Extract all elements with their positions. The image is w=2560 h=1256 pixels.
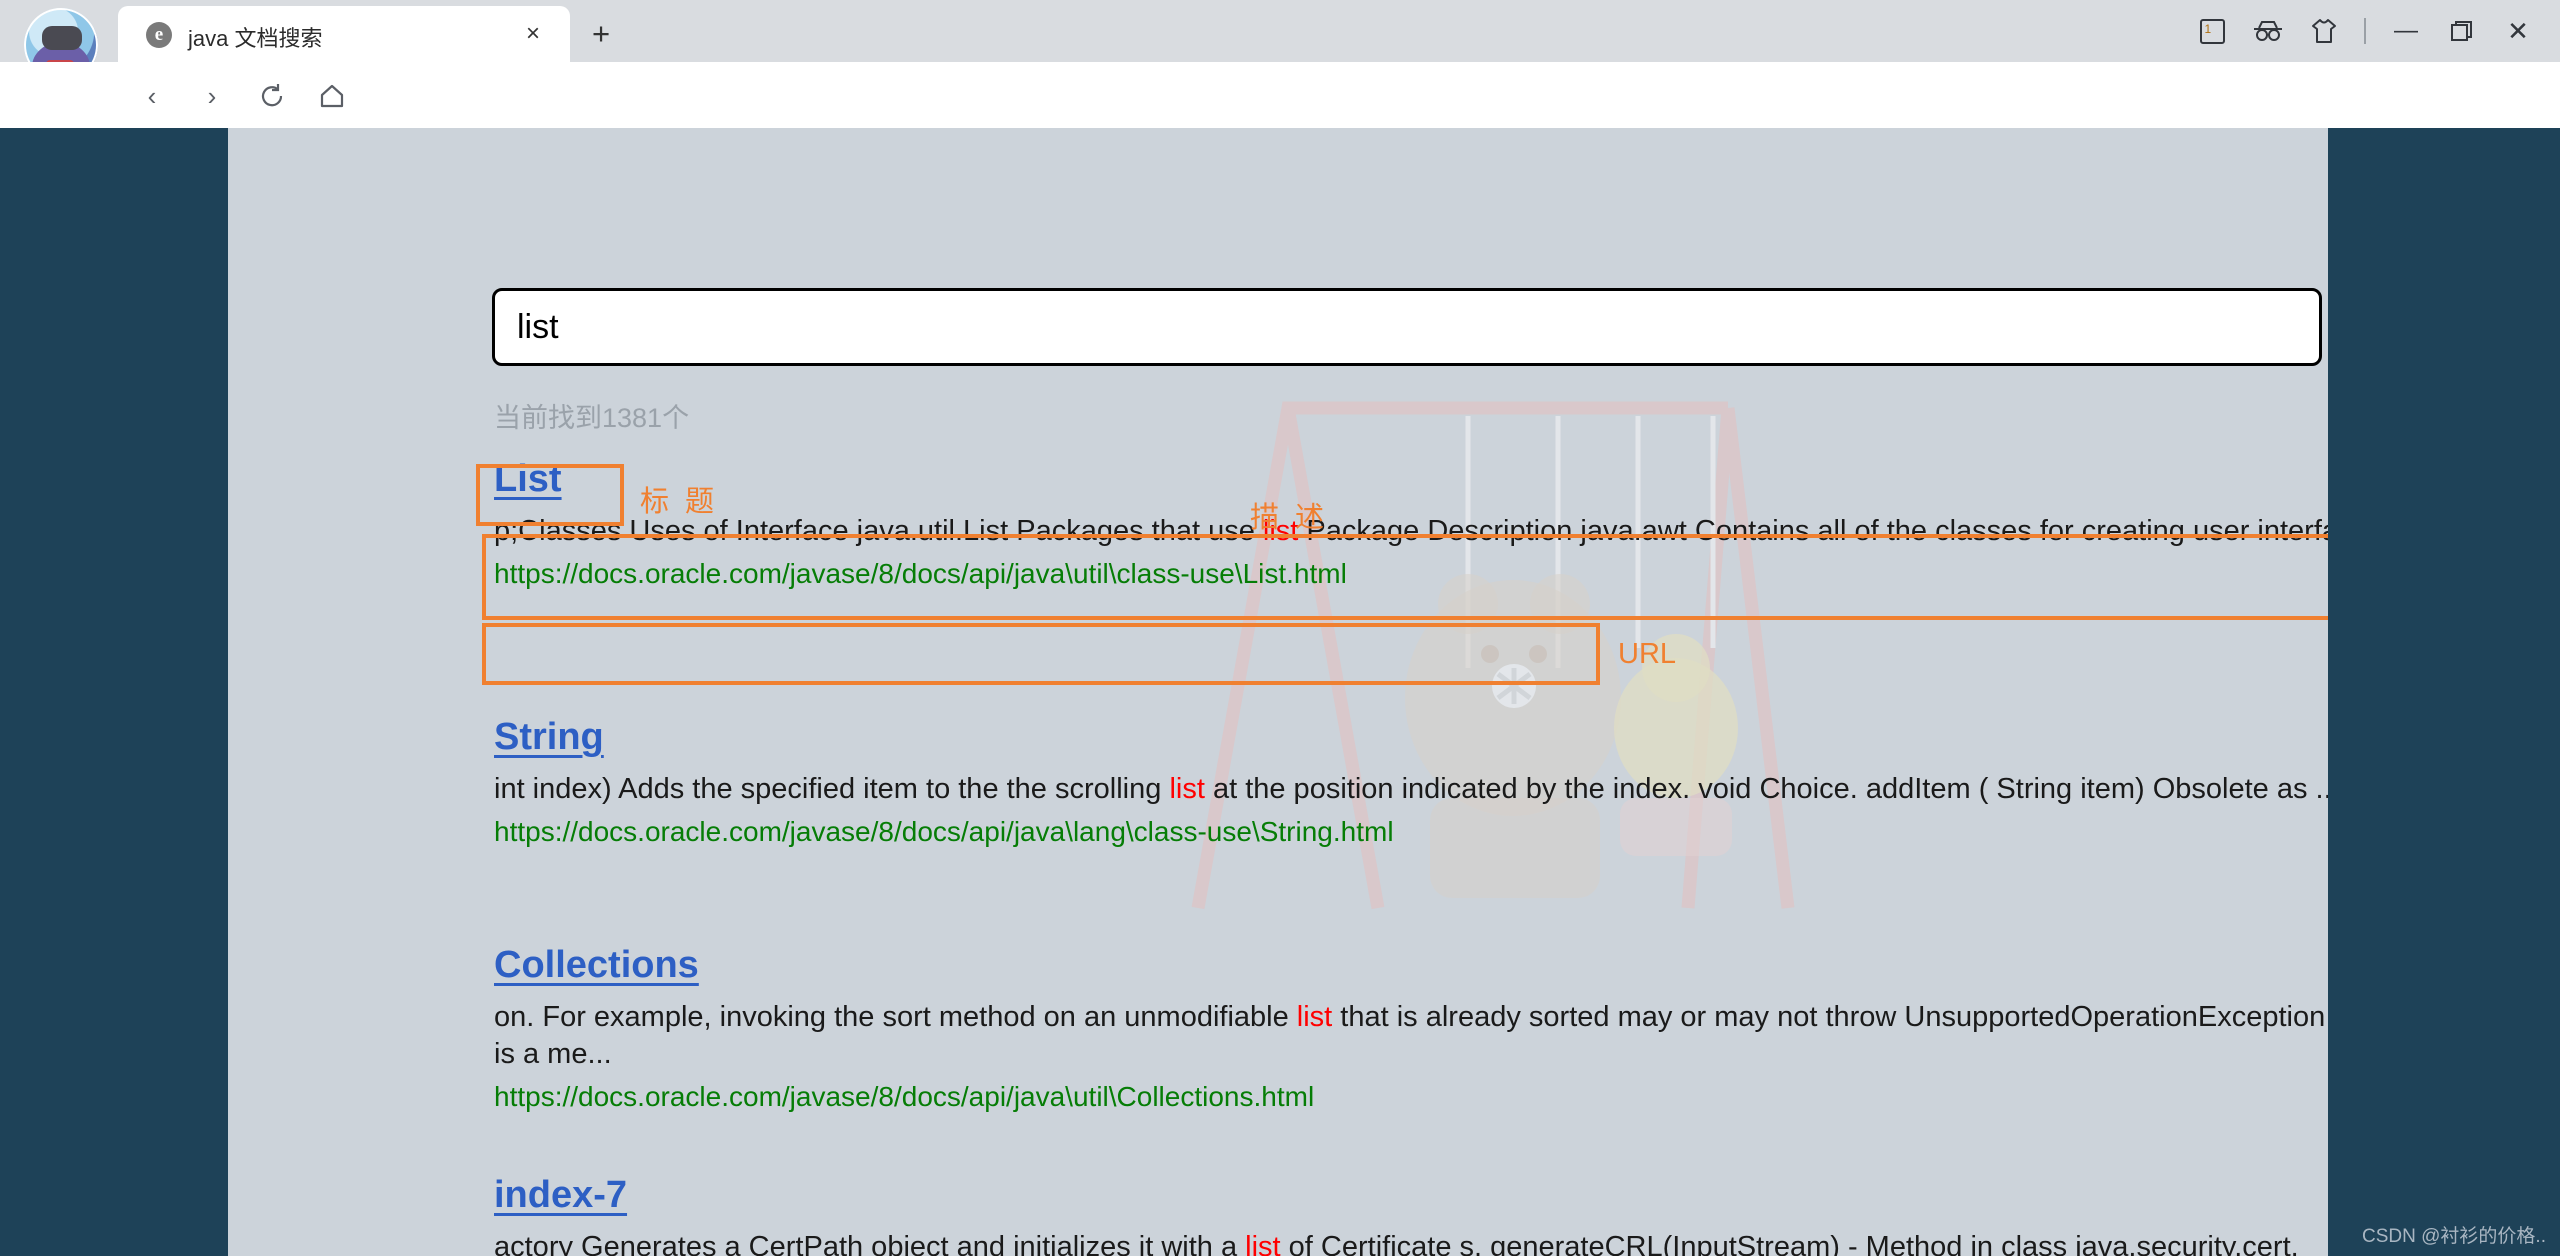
result-description: actory Generates a CertPath object and i…: [494, 1229, 2328, 1256]
split-screen-icon[interactable]: 1: [2184, 12, 2240, 50]
new-tab-button[interactable]: +: [582, 14, 620, 52]
edge-icon: e: [146, 22, 172, 48]
reload-icon[interactable]: [252, 76, 292, 116]
web-page: 搜索 当前找到1381个 List p;Classes Uses of Inte…: [228, 128, 2328, 1256]
divider: [2364, 18, 2366, 44]
screen: e java 文档搜索 × + 1 — ✕ ‹ › list 当前找到1381个…: [0, 0, 2560, 1256]
result-url-link[interactable]: https://docs.oracle.com/javase/8/docs/ap…: [494, 816, 1394, 848]
annotation-label-description: 描 述: [1250, 502, 1329, 534]
minimize-button[interactable]: —: [2378, 12, 2434, 50]
home-icon[interactable]: [312, 76, 352, 116]
annotation-label-url: URL: [1618, 638, 1677, 670]
close-window-button[interactable]: ✕: [2490, 12, 2546, 50]
result-description: int index) Adds the specified item to th…: [494, 771, 2328, 808]
back-icon[interactable]: ‹: [132, 76, 172, 116]
forward-icon[interactable]: ›: [192, 76, 232, 116]
annotation-label-title: 标 题: [640, 486, 719, 518]
result-title-link[interactable]: Collections: [494, 944, 699, 987]
result-title-link[interactable]: String: [494, 716, 604, 759]
browser-tab-strip: e java 文档搜索 × + 1 — ✕: [0, 0, 2560, 82]
shirt-icon[interactable]: [2296, 12, 2352, 50]
result-item: index-7 actory Generates a CertPath obje…: [494, 1174, 2328, 1256]
annotation-box-url: [482, 623, 1600, 685]
watermark: CSDN @衬衫的价格..: [2362, 1226, 2546, 1247]
annotation-box-title: [476, 464, 624, 526]
maximize-button[interactable]: [2434, 12, 2490, 50]
avatar-shape: [42, 26, 82, 50]
desc-highlight: list: [1296, 1001, 1333, 1033]
desc-text-pre: actory Generates a CertPath object and i…: [494, 1231, 1246, 1256]
desc-text-pre: int index) Adds the specified item to th…: [494, 773, 1170, 805]
result-count-text: 当前找到1381个: [494, 403, 690, 433]
search-input[interactable]: [492, 288, 2322, 366]
desc-text-post: at the position indicated by the index. …: [1204, 773, 2328, 805]
result-item: String int index) Adds the specified ite…: [494, 716, 2328, 848]
browser-toolbar: ‹ › i localhost:8080/java_search/: [0, 62, 2560, 182]
close-icon[interactable]: ×: [518, 19, 548, 49]
result-description: on. For example, invoking the sort metho…: [494, 999, 2328, 1073]
browser-tab[interactable]: e java 文档搜索 ×: [118, 6, 570, 62]
desc-highlight: list: [1169, 773, 1205, 805]
incognito-icon[interactable]: [2240, 12, 2296, 50]
desc-text-pre: on. For example, invoking the sort metho…: [494, 1001, 1297, 1033]
viewport: 搜索 当前找到1381个 List p;Classes Uses of Inte…: [0, 128, 2560, 1256]
result-title-link[interactable]: index-7: [494, 1174, 627, 1217]
result-item: Collections on. For example, invoking th…: [494, 944, 2328, 1113]
annotation-box-description: [482, 534, 2328, 620]
tab-title: java 文档搜索: [188, 26, 323, 51]
search-bar: 搜索: [492, 288, 2328, 366]
desc-highlight: list: [1245, 1231, 1281, 1256]
window-controls: 1 — ✕: [2184, 12, 2546, 50]
result-url-link[interactable]: https://docs.oracle.com/javase/8/docs/ap…: [494, 1081, 1314, 1113]
